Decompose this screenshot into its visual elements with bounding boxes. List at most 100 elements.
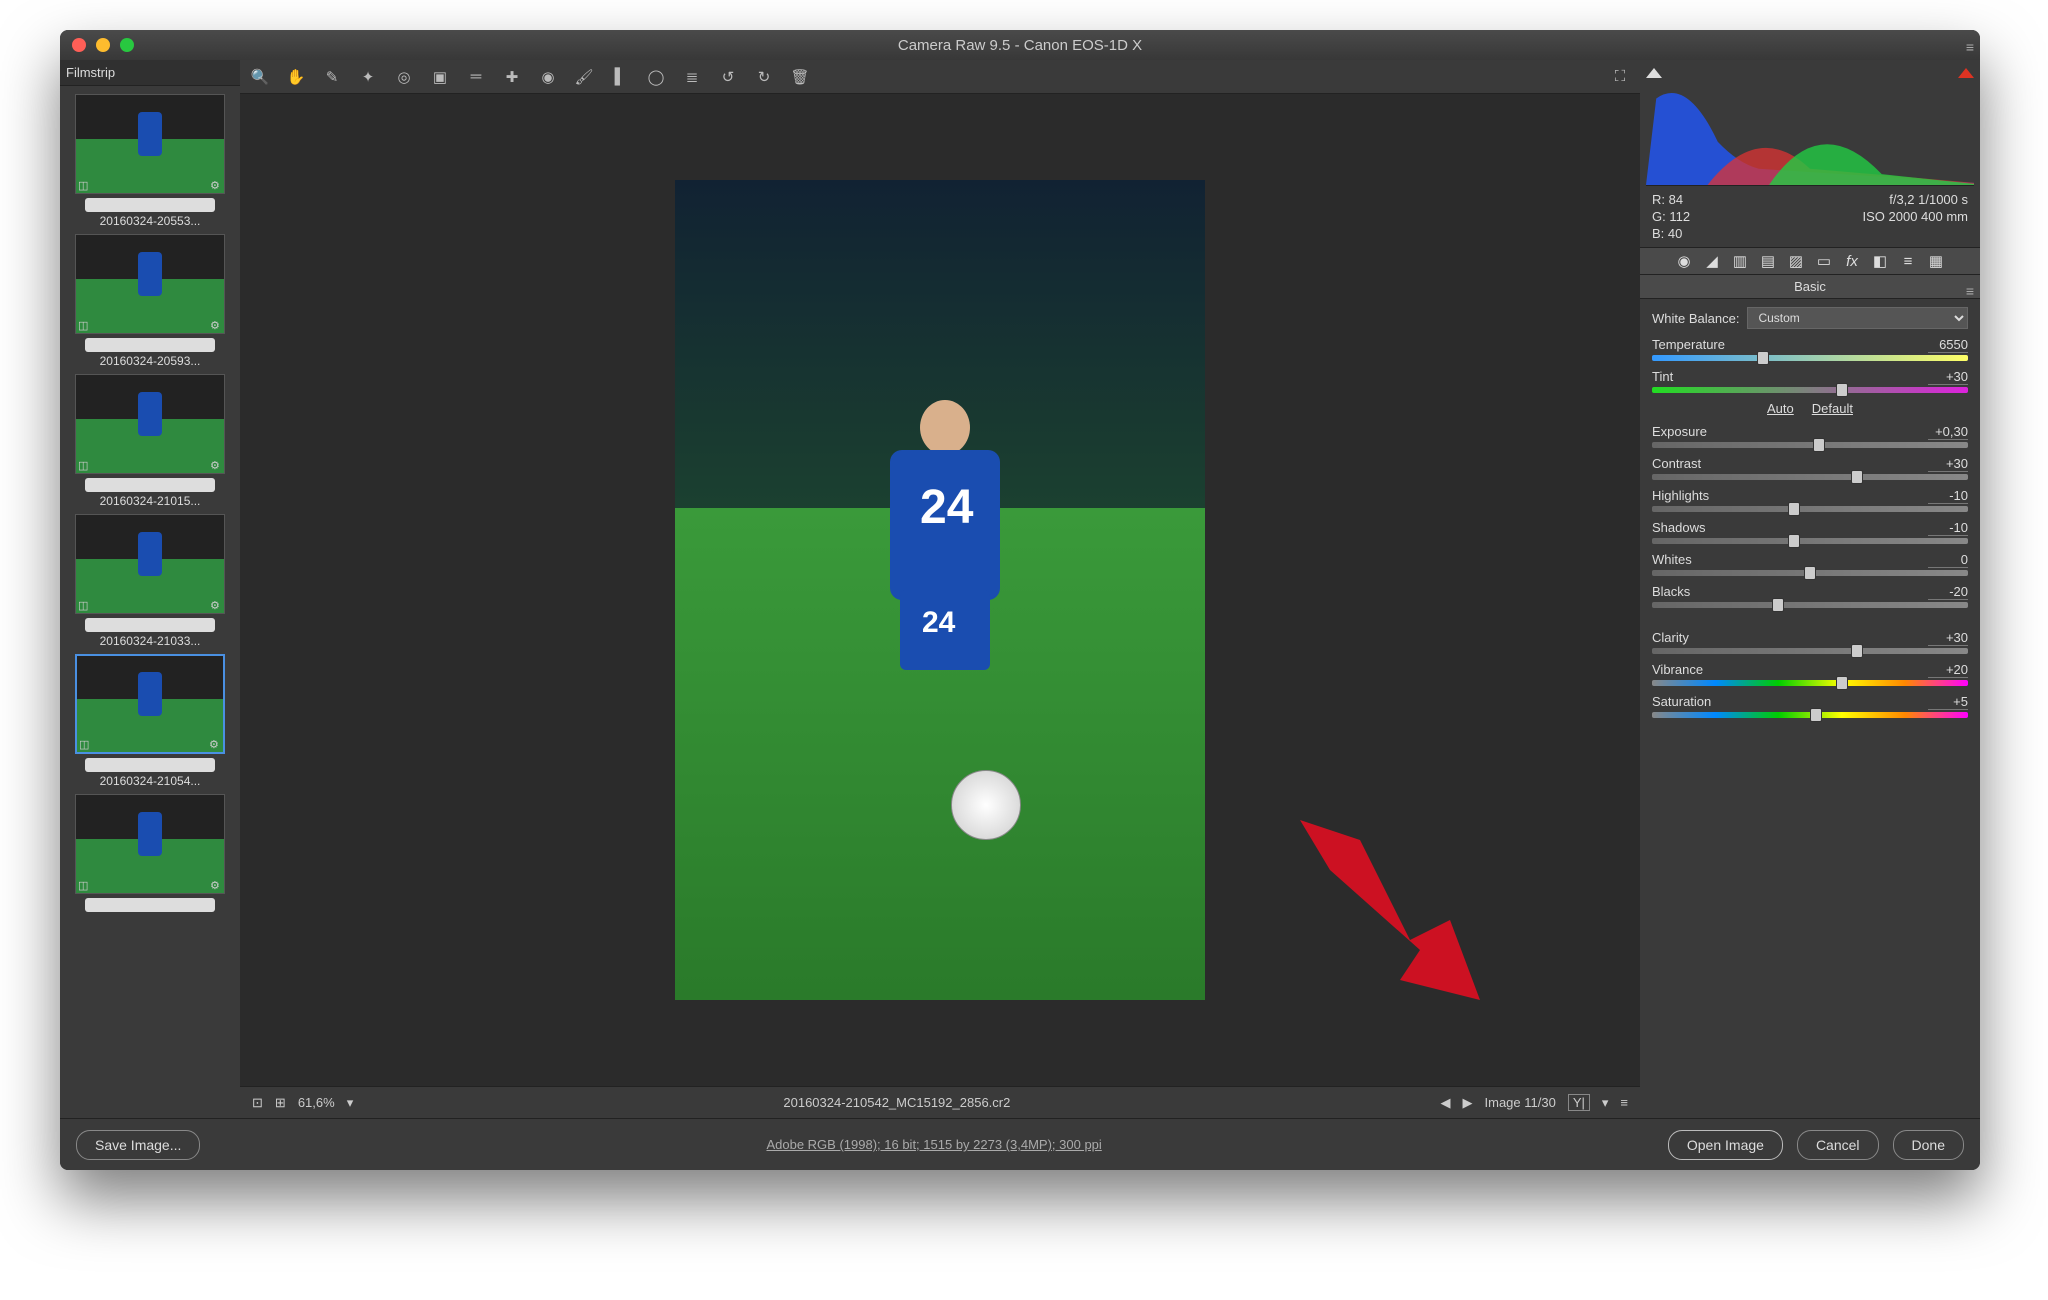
slider-knob[interactable]: [1851, 644, 1863, 658]
slider-track[interactable]: [1652, 506, 1968, 512]
slider-knob[interactable]: [1836, 383, 1848, 397]
slider-knob[interactable]: [1836, 676, 1848, 690]
zoom-level[interactable]: 61,6%: [298, 1095, 335, 1110]
rating-bar[interactable]: [85, 618, 215, 632]
slider-track[interactable]: [1652, 680, 1968, 686]
white-balance-select[interactable]: Custom: [1747, 307, 1968, 329]
slider-knob[interactable]: [1788, 502, 1800, 516]
preview-prefs-icon[interactable]: ≡: [1620, 1095, 1628, 1110]
filmstrip-panel: Filmstrip ≡ ◫ ⚙ 20160324-20553... ◫ ⚙ 20…: [60, 60, 240, 1118]
settings-badge-icon: ⚙: [210, 179, 222, 191]
slider-knob[interactable]: [1772, 598, 1784, 612]
compare-menu-icon[interactable]: ▾: [1602, 1095, 1609, 1111]
default-link[interactable]: Default: [1812, 401, 1853, 416]
brush-icon[interactable]: 🖌: [574, 67, 594, 87]
shadow-clip-icon[interactable]: [1646, 68, 1662, 78]
tab-hsl[interactable]: ▤: [1758, 251, 1778, 271]
slider-track[interactable]: [1652, 387, 1968, 393]
rating-bar[interactable]: [85, 478, 215, 492]
slider-knob[interactable]: [1810, 708, 1822, 722]
slider-value[interactable]: +0,30: [1928, 424, 1968, 440]
prev-image-icon[interactable]: ◀: [1441, 1095, 1451, 1111]
zoom-dropdown-icon[interactable]: ▾: [347, 1095, 354, 1111]
spot-removal-icon[interactable]: ✚: [502, 67, 522, 87]
tab-detail[interactable]: ▥: [1730, 251, 1750, 271]
radial-filter-icon[interactable]: ◯: [646, 67, 666, 87]
white-balance-icon[interactable]: ✎: [322, 67, 342, 87]
slider-track[interactable]: [1652, 442, 1968, 448]
slider-value[interactable]: -10: [1928, 488, 1968, 504]
slider-value[interactable]: +30: [1928, 456, 1968, 472]
cancel-button[interactable]: Cancel: [1797, 1130, 1879, 1160]
slider-value[interactable]: -10: [1928, 520, 1968, 536]
slider-track[interactable]: [1652, 712, 1968, 718]
rotate-cw-icon[interactable]: ↻: [754, 67, 774, 87]
slider-value[interactable]: +20: [1928, 662, 1968, 678]
histogram[interactable]: [1646, 66, 1974, 186]
compare-view-icon[interactable]: Y|: [1568, 1094, 1590, 1111]
hand-icon[interactable]: ✋: [286, 67, 306, 87]
fit-screen-icon[interactable]: ⊡: [252, 1095, 263, 1111]
slider-knob[interactable]: [1813, 438, 1825, 452]
slider-track[interactable]: [1652, 355, 1968, 361]
open-image-button[interactable]: Open Image: [1668, 1130, 1783, 1160]
rating-bar[interactable]: [85, 338, 215, 352]
rating-bar[interactable]: [85, 198, 215, 212]
tab-presets[interactable]: ≡: [1898, 251, 1918, 271]
filmstrip-list[interactable]: ◫ ⚙ 20160324-20553... ◫ ⚙ 20160324-20593…: [60, 86, 240, 1118]
target-adjust-icon[interactable]: ◎: [394, 67, 414, 87]
save-image-button[interactable]: Save Image...: [76, 1130, 200, 1160]
filmstrip-thumb[interactable]: ◫ ⚙ 20160324-21015...: [75, 374, 225, 508]
slider-value[interactable]: -20: [1928, 584, 1968, 600]
filmstrip-thumb[interactable]: ◫ ⚙ 20160324-20553...: [75, 94, 225, 228]
filmstrip-thumb[interactable]: ◫ ⚙ 20160324-21033...: [75, 514, 225, 648]
rating-bar[interactable]: [85, 898, 215, 912]
workflow-options-link[interactable]: Adobe RGB (1998); 16 bit; 1515 by 2273 (…: [214, 1137, 1653, 1152]
grad-filter-icon[interactable]: ▌: [610, 67, 630, 87]
center-area: 🔍 ✋ ✎ ✦ ◎ ▣ ═ ✚ ◉ 🖌 ▌ ◯ ≣ ↺ ↻ 🗑 ⛶ 24 24 ⊡ ⊞: [240, 60, 1640, 1118]
trash-icon[interactable]: 🗑: [790, 67, 810, 87]
color-sampler-icon[interactable]: ✦: [358, 67, 378, 87]
slider-track[interactable]: [1652, 570, 1968, 576]
next-image-icon[interactable]: ▶: [1463, 1095, 1473, 1111]
rotate-ccw-icon[interactable]: ↺: [718, 67, 738, 87]
slider-value[interactable]: 0: [1928, 552, 1968, 568]
preview-area[interactable]: 24 24: [240, 94, 1640, 1086]
filmstrip-thumb[interactable]: ◫ ⚙: [75, 794, 225, 914]
rating-bar[interactable]: [85, 758, 215, 772]
filmstrip-menu-icon[interactable]: ≡: [1966, 34, 1974, 60]
slider-track[interactable]: [1652, 602, 1968, 608]
tab-basic[interactable]: ◉: [1674, 251, 1694, 271]
auto-link[interactable]: Auto: [1767, 401, 1794, 416]
done-button[interactable]: Done: [1893, 1130, 1964, 1160]
panel-menu-icon[interactable]: ≡: [1966, 279, 1974, 303]
tab-curve[interactable]: ◢: [1702, 251, 1722, 271]
list-icon[interactable]: ≣: [682, 67, 702, 87]
highlight-clip-icon[interactable]: [1958, 68, 1974, 78]
slider-value[interactable]: +30: [1928, 630, 1968, 646]
slider-value[interactable]: +5: [1928, 694, 1968, 710]
fit-window-icon[interactable]: ⊞: [275, 1095, 286, 1111]
fullscreen-icon[interactable]: ⛶: [1610, 67, 1630, 87]
straighten-icon[interactable]: ═: [466, 67, 486, 87]
tab-lens[interactable]: ▭: [1814, 251, 1834, 271]
zoom-icon[interactable]: 🔍: [250, 67, 270, 87]
tab-camera[interactable]: ◧: [1870, 251, 1890, 271]
filmstrip-thumb[interactable]: ◫ ⚙ 20160324-20593...: [75, 234, 225, 368]
slider-knob[interactable]: [1788, 534, 1800, 548]
slider-value[interactable]: 6550: [1928, 337, 1968, 353]
slider-knob[interactable]: [1804, 566, 1816, 580]
slider-value[interactable]: +30: [1928, 369, 1968, 385]
slider-track[interactable]: [1652, 648, 1968, 654]
slider-knob[interactable]: [1757, 351, 1769, 365]
slider-track[interactable]: [1652, 474, 1968, 480]
tab-split[interactable]: ▨: [1786, 251, 1806, 271]
red-eye-icon[interactable]: ◉: [538, 67, 558, 87]
filmstrip-thumb[interactable]: ◫ ⚙ 20160324-21054...: [75, 654, 225, 788]
tab-fx[interactable]: fx: [1842, 251, 1862, 271]
slider-clarity: Clarity+30: [1652, 630, 1968, 654]
slider-knob[interactable]: [1851, 470, 1863, 484]
slider-track[interactable]: [1652, 538, 1968, 544]
crop-icon[interactable]: ▣: [430, 67, 450, 87]
tab-snapshots[interactable]: ▦: [1926, 251, 1946, 271]
